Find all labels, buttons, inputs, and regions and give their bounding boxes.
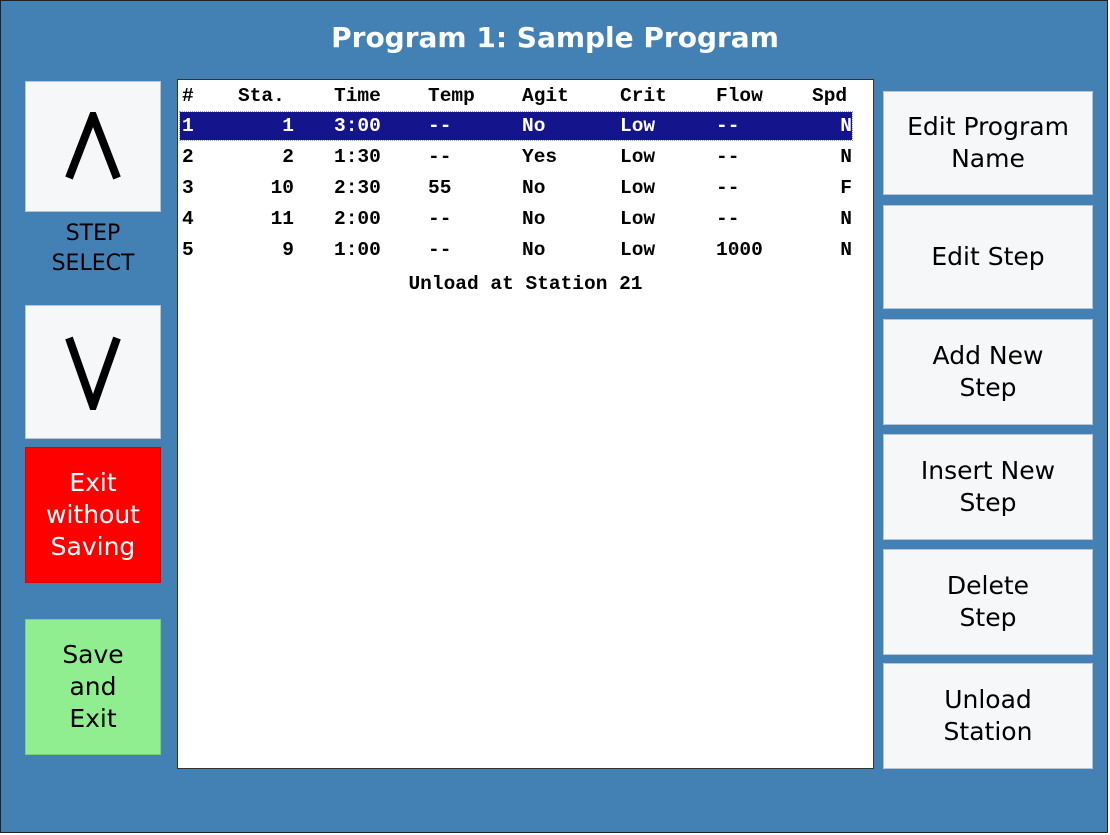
table-row[interactable]: 2 2 1:30 -- Yes Low -- N [180,143,852,171]
page-title: Program 1: Sample Program [331,21,779,54]
header-station: Sta. [238,85,285,107]
exit-without-saving-label: Exit without Saving [46,468,140,561]
cell-spd: N [840,115,852,137]
table-row[interactable]: 4 11 2:00 -- No Low -- N [180,205,852,233]
chevron-up-icon [65,111,121,179]
unload-station-line[interactable]: Unload at Station 21 [178,270,873,298]
save-and-exit-button[interactable]: Save and Exit [25,619,161,755]
step-up-button[interactable] [25,81,161,212]
delete-step-button[interactable]: Delete Step [883,549,1093,655]
cell-temp: -- [428,208,452,230]
cell-station: 10 [270,177,294,199]
cell-temp: -- [428,115,452,137]
unload-station-button[interactable]: Unload Station [883,663,1093,769]
header-temp: Temp [428,85,475,107]
unload-station-label: Unload Station [943,685,1033,746]
cell-agit: No [522,208,546,230]
cell-crit: Low [620,239,656,261]
cell-time: 3:00 [334,115,381,137]
cell-time: 1:30 [334,146,381,168]
table-row[interactable]: 1 1 3:00 -- No Low -- N [179,111,853,141]
edit-step-label: Edit Step [931,242,1045,272]
header-num: # [182,85,194,107]
step-down-button[interactable] [25,305,161,439]
cell-agit: Yes [522,146,558,168]
cell-num: 3 [182,177,194,199]
cell-spd: N [840,146,852,168]
cell-spd: F [840,177,852,199]
insert-new-step-button[interactable]: Insert New Step [883,434,1093,540]
step-select-label: STEP SELECT [51,221,135,276]
cell-time: 2:30 [334,177,381,199]
program-editor-screen: Program 1: Sample Program STEP SELECT Ex… [0,0,1108,833]
cell-time: 2:00 [334,208,381,230]
cell-crit: Low [620,177,656,199]
cell-num: 4 [182,208,194,230]
program-steps-list[interactable]: # Sta. Time Temp Agit Crit Flow Spd 1 1 … [177,79,874,769]
cell-spd: N [840,239,852,261]
cell-crit: Low [620,146,656,168]
cell-flow: -- [716,208,740,230]
insert-new-step-label: Insert New Step [920,456,1056,517]
header-flow: Flow [716,85,763,107]
cell-num: 5 [182,239,194,261]
cell-time: 1:00 [334,239,381,261]
cell-temp: -- [428,239,452,261]
cell-station: 11 [270,208,294,230]
chevron-down-icon [65,336,121,410]
edit-program-name-button[interactable]: Edit Program Name [883,91,1093,195]
cell-spd: N [840,208,852,230]
cell-agit: No [522,239,546,261]
save-and-exit-label: Save and Exit [62,640,124,733]
header-crit: Crit [620,85,667,107]
delete-step-label: Delete Step [946,571,1030,632]
cell-agit: No [522,115,546,137]
table-header-row: # Sta. Time Temp Agit Crit Flow Spd [180,82,852,110]
exit-without-saving-button[interactable]: Exit without Saving [25,447,161,583]
cell-agit: No [522,177,546,199]
cell-crit: Low [620,208,656,230]
cell-flow: 1000 [716,239,763,261]
cell-num: 2 [182,146,194,168]
cell-station: 9 [282,239,294,261]
header-agit: Agit [522,85,569,107]
cell-temp: -- [428,146,452,168]
cell-flow: -- [716,177,740,199]
cell-flow: -- [716,115,740,137]
cell-station: 2 [282,146,294,168]
cell-num: 1 [182,115,194,137]
header-spd: Spd [812,85,848,107]
header-time: Time [334,85,381,107]
table-row[interactable]: 3 10 2:30 55 No Low -- F [180,174,852,202]
add-new-step-button[interactable]: Add New Step [883,319,1093,425]
cell-station: 1 [282,115,294,137]
edit-step-button[interactable]: Edit Step [883,205,1093,309]
table-row[interactable]: 5 9 1:00 -- No Low 1000 N [180,236,852,264]
cell-crit: Low [620,115,656,137]
add-new-step-label: Add New Step [932,341,1044,402]
cell-flow: -- [716,146,740,168]
cell-temp: 55 [428,177,452,199]
edit-program-name-label: Edit Program Name [907,112,1069,173]
